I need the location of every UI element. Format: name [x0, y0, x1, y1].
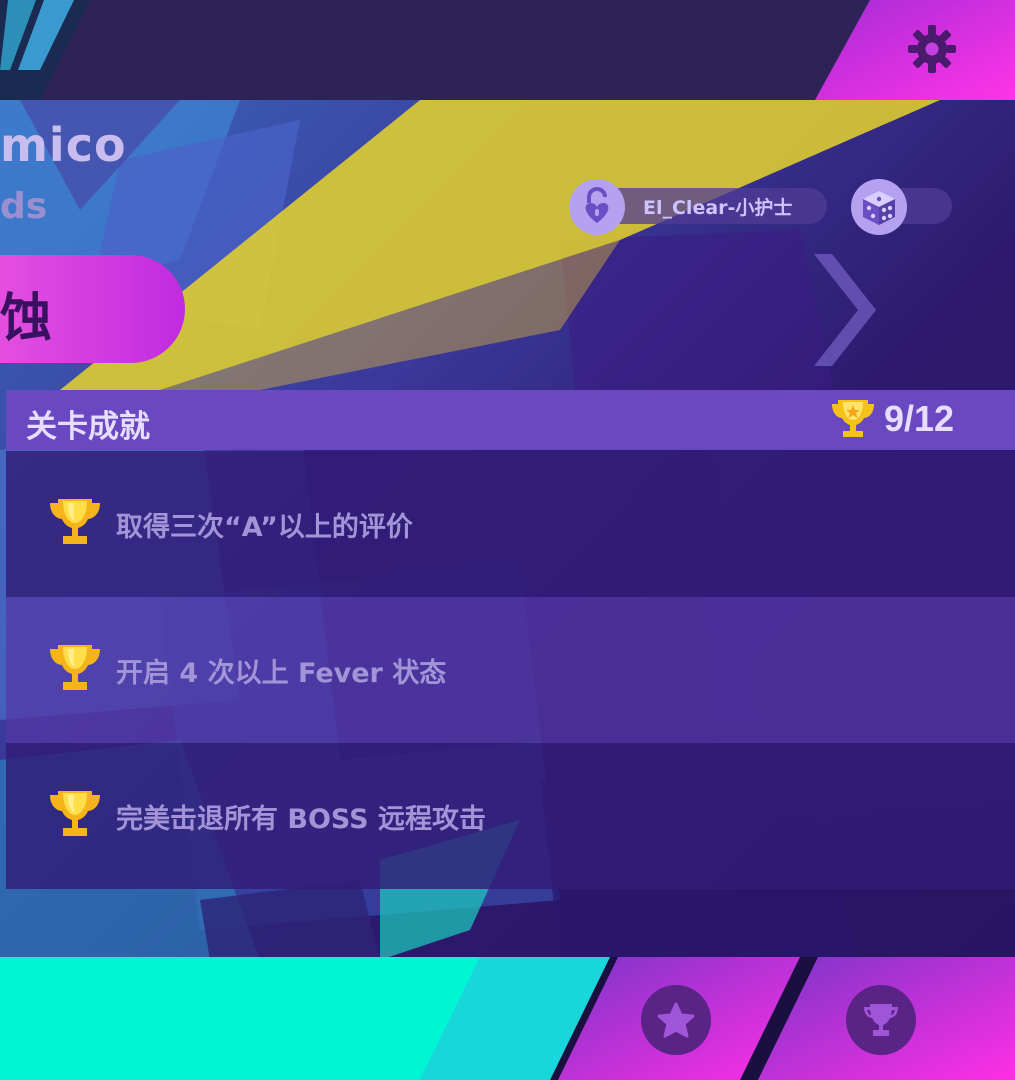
- achievements-nav-button[interactable]: [846, 985, 916, 1055]
- achievement-count: 9/12: [884, 398, 955, 439]
- achievement-row: 完美击退所有 BOSS 远程攻击: [6, 743, 1015, 889]
- achievement-text: 开启 4 次以上 Fever 状态: [116, 658, 447, 689]
- trophy-icon: [832, 400, 874, 437]
- star-icon: [657, 1002, 695, 1038]
- gear-icon[interactable]: [907, 24, 957, 74]
- dice-icon[interactable]: [851, 179, 907, 235]
- trophy-icon: [50, 791, 100, 836]
- favorite-button[interactable]: [641, 985, 711, 1055]
- chevron-right-icon[interactable]: [810, 250, 880, 370]
- trophy-icon: [50, 645, 100, 690]
- trophy-icon: [864, 1004, 898, 1036]
- top-left-stripe: [0, 0, 90, 100]
- achievement-text: 完美击退所有 BOSS 远程攻击: [116, 804, 487, 835]
- achievement-row: 开启 4 次以上 Fever 状态: [6, 597, 1015, 743]
- bottom-bar: [0, 957, 1015, 1080]
- author-name: El_Clear-小护士: [643, 197, 793, 219]
- lock-heart-icon: [569, 179, 625, 235]
- song-subtitle: ds: [0, 186, 48, 227]
- trophy-icon: [50, 499, 100, 544]
- achievements-title: 关卡成就: [26, 409, 150, 445]
- difficulty-label: 蚀: [0, 289, 53, 349]
- song-title: mico: [0, 118, 127, 172]
- game-screen: mico ds El_Clear-小护士 蚀 关卡成就 9/12 取得三次“A”…: [0, 0, 1015, 1080]
- achievement-row: 取得三次“A”以上的评价: [6, 451, 1015, 597]
- achievement-text: 取得三次“A”以上的评价: [116, 512, 413, 543]
